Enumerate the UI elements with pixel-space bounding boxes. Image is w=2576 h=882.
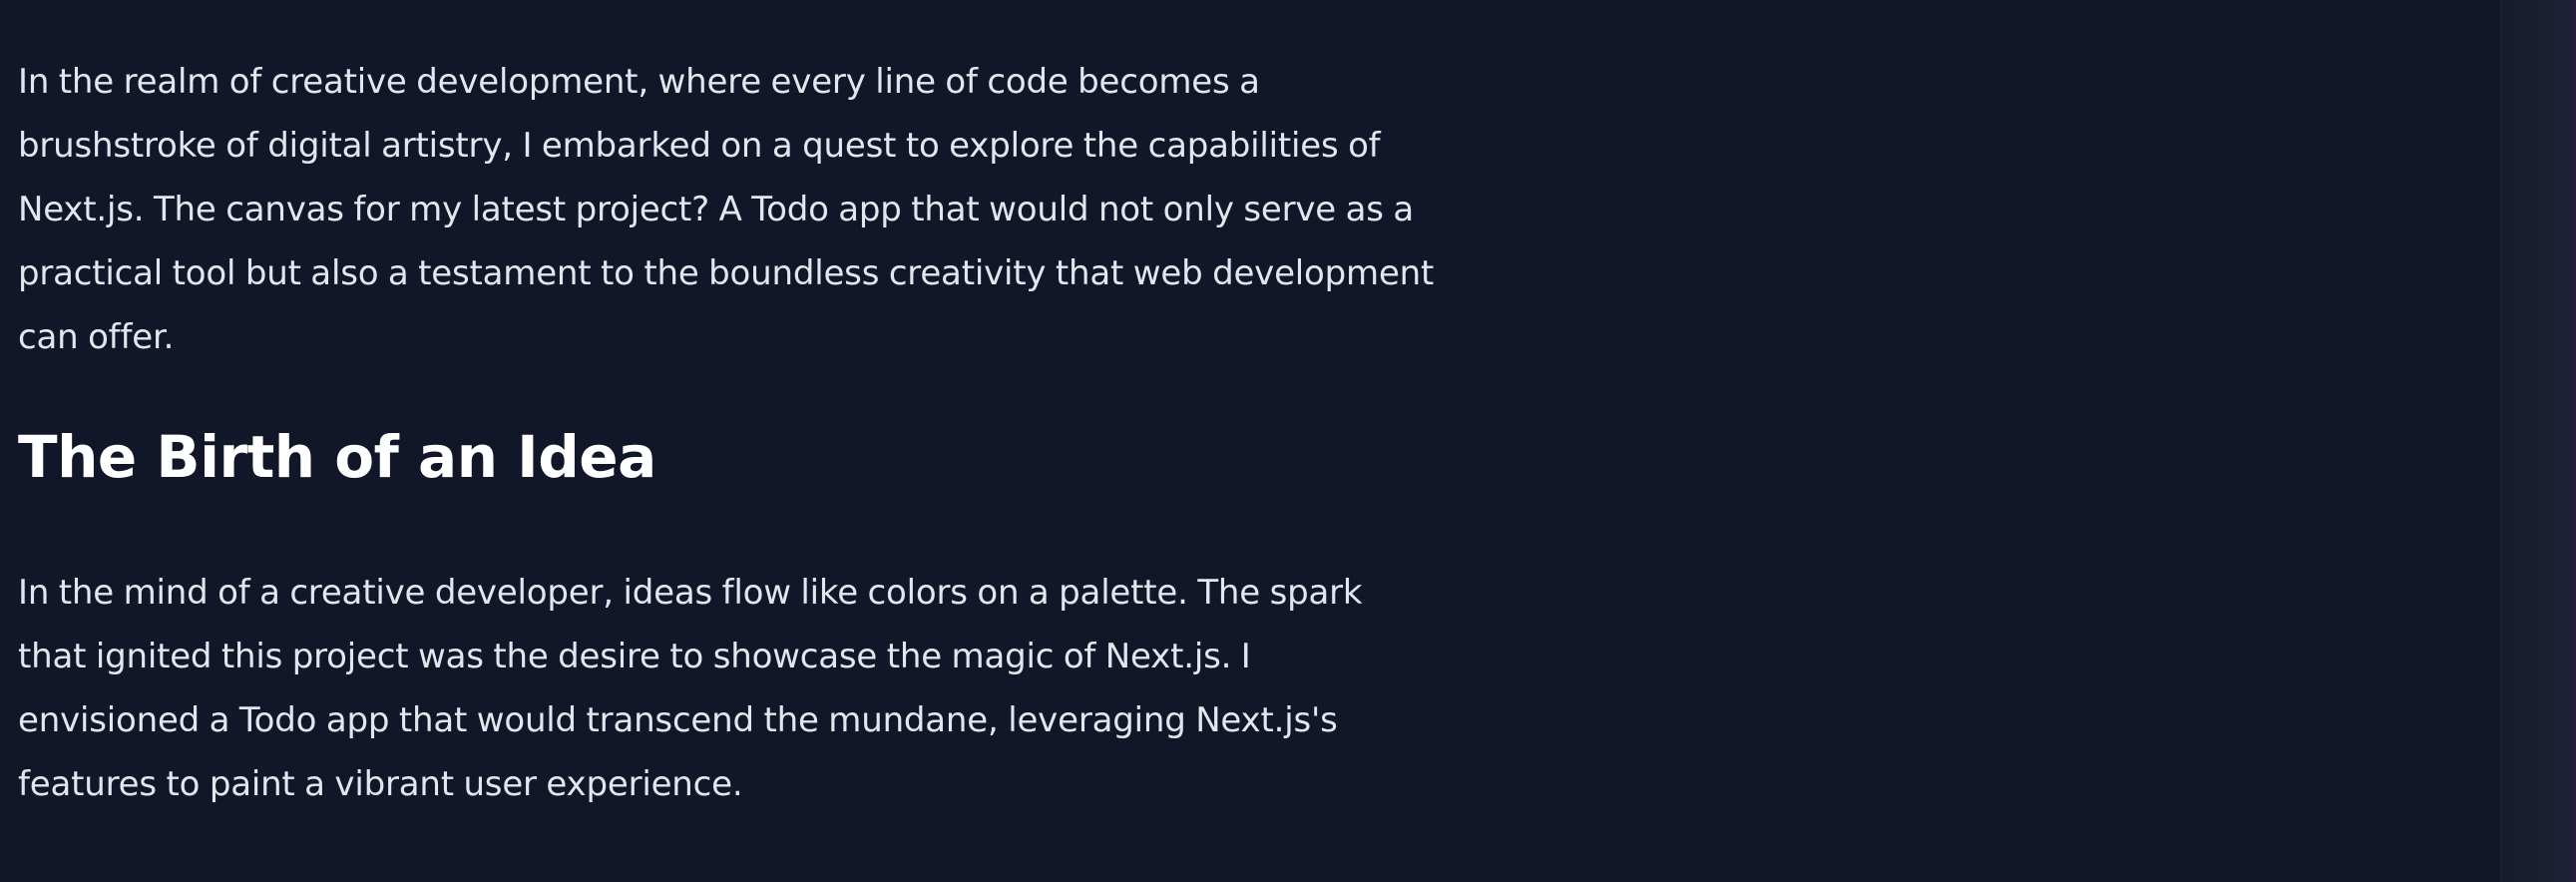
intro-paragraph: In the realm of creative development, wh… [18, 62, 1435, 357]
section-heading: The Birth of an Idea [18, 423, 656, 491]
scrollbar-edge[interactable] [2572, 0, 2576, 882]
side-panel-strip [2500, 0, 2576, 882]
section-paragraph: In the mind of a creative developer, ide… [18, 573, 1363, 804]
